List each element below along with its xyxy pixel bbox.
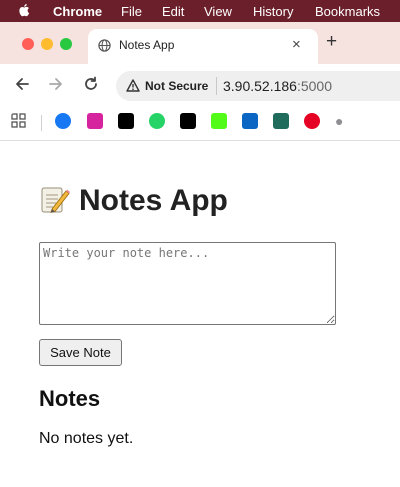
pinterest-icon[interactable] [304, 113, 320, 129]
browser-toolbar: Not Secure 3.90.52.186:5000 [0, 64, 400, 106]
menu-bookmarks[interactable]: Bookmarks [315, 4, 380, 19]
warning-triangle-icon [126, 79, 140, 92]
c-app-icon[interactable] [273, 113, 289, 129]
address-divider [216, 77, 217, 95]
whatsapp-icon[interactable] [149, 113, 165, 129]
forward-arrow-icon[interactable] [47, 75, 65, 93]
window-zoom-button[interactable] [60, 38, 72, 50]
menu-view[interactable]: View [204, 4, 232, 19]
linkedin-icon[interactable] [242, 113, 258, 129]
macos-menubar: Chrome File Edit View History Bookmarks [0, 0, 400, 22]
window-close-button[interactable] [22, 38, 34, 50]
menu-app-chrome[interactable]: Chrome [53, 4, 102, 19]
page-title: Notes App [39, 183, 228, 219]
menu-history[interactable]: History [253, 4, 293, 19]
notes-heading: Notes [39, 386, 101, 411]
url-text[interactable]: 3.90.52.186:5000 [223, 78, 332, 94]
tiktok-icon[interactable] [180, 113, 196, 129]
apps-grid-icon[interactable] [11, 113, 27, 129]
new-tab-button[interactable]: + [326, 31, 337, 53]
empty-notes-message: No notes yet. [39, 430, 134, 447]
x-icon[interactable] [118, 113, 134, 129]
tab-strip: Notes App × + [0, 22, 400, 64]
apple-icon[interactable]: ● [335, 113, 351, 129]
bookmarks-bar: ● [0, 106, 400, 141]
save-note-button[interactable]: Save Note [39, 339, 122, 366]
url-host: 3.90.52.186 [223, 78, 297, 94]
instagram-icon[interactable] [87, 113, 103, 129]
note-textarea[interactable] [39, 242, 336, 325]
url-port: :5000 [296, 78, 333, 94]
memo-icon [41, 187, 70, 214]
page-title-text: Notes App [79, 184, 228, 217]
tab-notes-app[interactable]: Notes App × [88, 29, 318, 64]
tab-close-icon[interactable]: × [292, 36, 301, 53]
apple-menu-icon[interactable] [18, 3, 30, 17]
tab-title: Notes App [119, 38, 175, 52]
facebook-icon[interactable] [55, 113, 71, 129]
menu-edit[interactable]: Edit [162, 4, 184, 19]
kick-icon[interactable] [211, 113, 227, 129]
window-minimize-button[interactable] [41, 38, 53, 50]
not-secure-label[interactable]: Not Secure [145, 79, 208, 93]
address-bar[interactable]: Not Secure 3.90.52.186:5000 [116, 71, 400, 101]
bookmarks-divider [41, 115, 42, 131]
reload-icon[interactable] [82, 75, 100, 93]
globe-icon [98, 39, 111, 52]
back-arrow-icon[interactable] [13, 75, 31, 93]
menu-file[interactable]: File [121, 4, 142, 19]
